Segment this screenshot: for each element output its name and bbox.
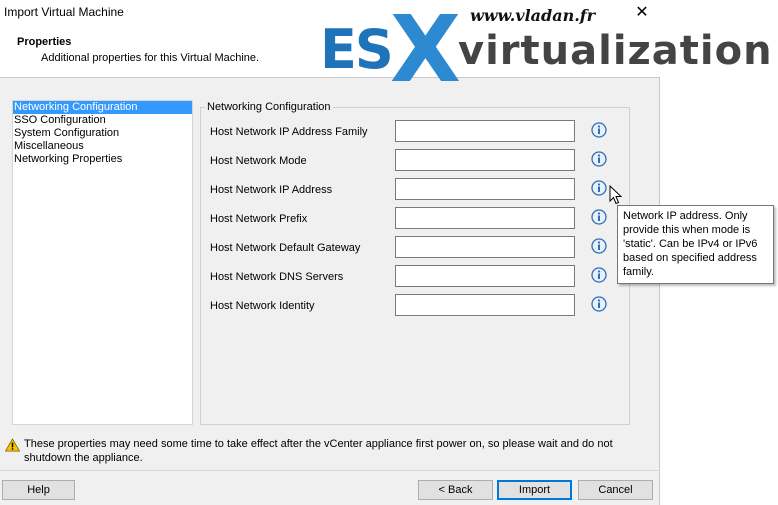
- label-network-prefix: Host Network Prefix: [210, 213, 308, 225]
- watermark-url: www.vladan.fr: [470, 6, 596, 25]
- warning-icon: [5, 438, 20, 452]
- info-icon[interactable]: [591, 296, 607, 312]
- label-network-mode: Host Network Mode: [210, 155, 307, 167]
- info-icon[interactable]: [591, 238, 607, 254]
- import-button[interactable]: Import: [497, 480, 572, 500]
- network-mode-input[interactable]: [395, 149, 575, 171]
- ip-address-input[interactable]: [395, 178, 575, 200]
- footer-divider: [0, 470, 660, 471]
- network-prefix-input[interactable]: [395, 207, 575, 229]
- watermark-virtualization: virtualization: [458, 28, 773, 74]
- group-legend: Networking Configuration: [205, 101, 333, 113]
- info-icon[interactable]: [591, 209, 607, 225]
- ip-address-family-input[interactable]: [395, 120, 575, 142]
- watermark-es: ES: [320, 18, 394, 81]
- header-subtitle: Additional properties for this Virtual M…: [41, 52, 260, 64]
- window-title: Import Virtual Machine: [4, 5, 124, 19]
- label-ip-address-family: Host Network IP Address Family: [210, 126, 368, 138]
- wizard-nav-list: Networking Configuration SSO Configurati…: [12, 100, 193, 425]
- info-icon[interactable]: [591, 151, 607, 167]
- mouse-pointer-icon: [609, 185, 623, 205]
- label-ip-address: Host Network IP Address: [210, 184, 333, 196]
- header-title: Properties: [17, 36, 72, 48]
- nav-item-networking-properties[interactable]: Networking Properties: [13, 153, 192, 166]
- info-icon[interactable]: [591, 180, 607, 196]
- warning-message: These properties may need some time to t…: [24, 438, 613, 464]
- back-button[interactable]: < Back: [418, 480, 493, 500]
- info-icon[interactable]: [591, 122, 607, 138]
- cancel-button[interactable]: Cancel: [578, 480, 653, 500]
- nav-item-system-configuration[interactable]: System Configuration: [13, 127, 192, 140]
- label-default-gateway: Host Network Default Gateway: [210, 242, 361, 254]
- ip-address-tooltip: Network IP address. Only provide this wh…: [617, 205, 774, 284]
- esx-virtualization-watermark: ES X virtualization www.vladan.fr: [320, 0, 772, 103]
- nav-item-sso-configuration[interactable]: SSO Configuration: [13, 114, 192, 127]
- network-identity-input[interactable]: [395, 294, 575, 316]
- help-button[interactable]: Help: [2, 480, 75, 500]
- nav-item-networking-configuration[interactable]: Networking Configuration: [13, 101, 192, 114]
- default-gateway-input[interactable]: [395, 236, 575, 258]
- nav-item-miscellaneous[interactable]: Miscellaneous: [13, 140, 192, 153]
- dns-servers-input[interactable]: [395, 265, 575, 287]
- label-network-identity: Host Network Identity: [210, 300, 315, 312]
- info-icon[interactable]: [591, 267, 607, 283]
- watermark-x: X: [390, 0, 461, 103]
- label-dns-servers: Host Network DNS Servers: [210, 271, 344, 283]
